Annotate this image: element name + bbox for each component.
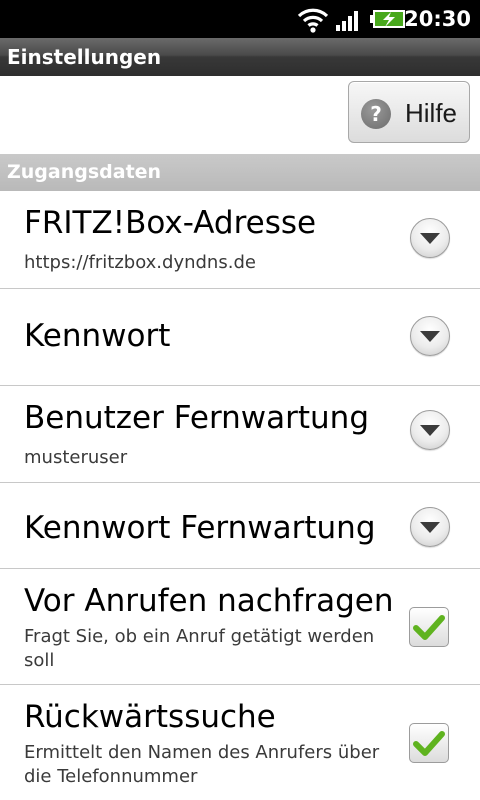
setting-title: Kennwort: [24, 318, 171, 354]
setting-title: Benutzer Fernwartung: [24, 400, 370, 436]
setting-summary: Ermittelt den Namen des Anrufers über di…: [24, 742, 380, 787]
setting-summary: Fragt Sie, ob ein Anruf getätigt werden …: [24, 626, 375, 671]
status-bar: 20:30: [0, 0, 480, 38]
setting-title: Vor Anrufen nachfragen: [24, 583, 394, 619]
setting-confirm-calls[interactable]: Vor Anrufen nachfragen Fragt Sie, ob ein…: [0, 569, 480, 685]
battery-charging-icon: [370, 10, 405, 28]
setting-reverse-lookup[interactable]: Rückwärtssuche Ermittelt den Namen des A…: [0, 685, 480, 800]
title-bar: Einstellungen: [0, 38, 480, 76]
checkmark-icon: [413, 731, 445, 756]
dropdown-icon[interactable]: [410, 410, 450, 450]
setting-summary: https://fritzbox.dyndns.de: [24, 252, 256, 273]
setting-title: FRITZ!Box-Adresse: [24, 205, 317, 241]
setting-password[interactable]: Kennwort: [0, 289, 480, 386]
wifi-icon: [297, 8, 329, 33]
checkmark-icon: [413, 615, 445, 640]
setting-remote-password[interactable]: Kennwort Fernwartung: [0, 483, 480, 569]
help-button[interactable]: ? Hilfe: [348, 81, 470, 143]
section-title: Zugangsdaten: [7, 161, 162, 183]
setting-title: Kennwort Fernwartung: [24, 510, 376, 546]
setting-fritzbox-address[interactable]: FRITZ!Box-Adresse https://fritzbox.dyndn…: [0, 191, 480, 289]
setting-summary: musteruser: [24, 447, 128, 468]
window-title: Einstellungen: [7, 45, 162, 69]
section-header: Zugangsdaten: [0, 154, 480, 191]
question-icon: ?: [361, 99, 391, 129]
setting-remote-user[interactable]: Benutzer Fernwartung musteruser: [0, 386, 480, 483]
setting-title: Rückwärtssuche: [24, 699, 276, 735]
dropdown-icon[interactable]: [410, 507, 450, 547]
signal-icon: [336, 11, 358, 31]
checkbox-reverse-lookup[interactable]: [409, 723, 449, 763]
help-button-label: Hilfe: [405, 98, 458, 128]
help-row: ? Hilfe: [0, 76, 480, 154]
clock: 20:30: [404, 7, 471, 31]
checkbox-confirm-calls[interactable]: [409, 607, 449, 647]
dropdown-icon[interactable]: [410, 316, 450, 356]
dropdown-icon[interactable]: [410, 218, 450, 258]
